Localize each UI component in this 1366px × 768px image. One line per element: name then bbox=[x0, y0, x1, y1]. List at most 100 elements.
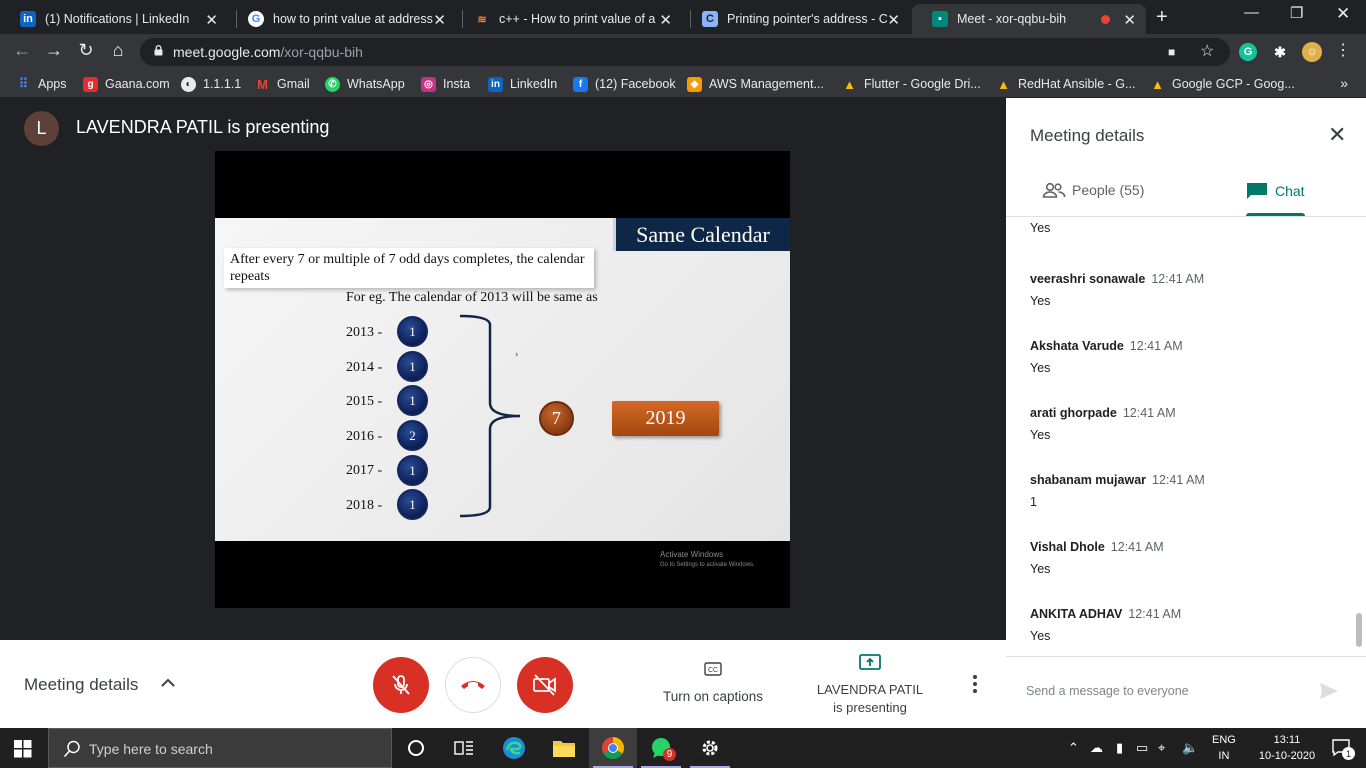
edge-app[interactable] bbox=[490, 728, 538, 768]
bookmark-1111[interactable]: ◐ 1.1.1.1 bbox=[181, 75, 241, 93]
windows-taskbar: Type here to search 9 ⌃ ☁ ▮ ▭ ⌖ 🔈 ENG IN… bbox=[0, 728, 1366, 768]
onedrive-icon[interactable]: ☁ bbox=[1090, 740, 1103, 756]
camera-toggle-button[interactable] bbox=[517, 657, 573, 713]
tab-stackoverflow[interactable]: ≋ c++ - How to print value of a V ✕ bbox=[454, 4, 682, 34]
year-label: 2017 - bbox=[346, 463, 383, 478]
profile-avatar[interactable]: ☺ bbox=[1302, 42, 1322, 62]
reload-icon[interactable]: ↻ bbox=[74, 40, 98, 61]
gaana-icon: g bbox=[83, 76, 98, 92]
cortana-button[interactable] bbox=[392, 728, 440, 768]
chevron-up-icon[interactable]: ⌃ bbox=[1068, 740, 1079, 756]
volume-icon[interactable]: 🔈 bbox=[1182, 740, 1198, 756]
odd-day-circle: 1 bbox=[397, 385, 428, 416]
network-icon[interactable]: ⌖ bbox=[1158, 740, 1165, 756]
bookmark-apps[interactable]: ⠿ Apps bbox=[16, 75, 67, 93]
bookmark-label: Apps bbox=[38, 77, 67, 91]
message-author: shabanam mujawar bbox=[1030, 473, 1147, 487]
mic-off-icon bbox=[392, 675, 410, 695]
extensions-icon[interactable]: ✱ bbox=[1271, 43, 1289, 61]
slide-note: After every 7 or multiple of 7 odd days … bbox=[224, 248, 594, 288]
tab-google-search[interactable]: G how to print value at address i ✕ bbox=[228, 4, 456, 34]
bookmark-label: 1.1.1.1 bbox=[203, 77, 242, 91]
bookmark-instagram[interactable]: ◎ Insta bbox=[421, 75, 470, 93]
send-icon[interactable] bbox=[1319, 682, 1339, 700]
bookmark-ansible-drive[interactable]: ▲ RedHat Ansible - G... bbox=[996, 75, 1135, 93]
whatsapp-app[interactable]: 9 bbox=[637, 728, 685, 768]
task-view-button[interactable] bbox=[440, 728, 488, 768]
captions-button[interactable]: CC Turn on captions bbox=[650, 662, 776, 704]
tab-title: how to print value at address i bbox=[273, 12, 433, 26]
tab-chat-label: Chat bbox=[1275, 183, 1305, 199]
restore-icon[interactable]: ❐ bbox=[1290, 4, 1303, 22]
bookmark-gcp-drive[interactable]: ▲ Google GCP - Goog... bbox=[1150, 75, 1295, 93]
taskbar-search-box[interactable]: Type here to search bbox=[48, 728, 392, 768]
bookmark-flutter-drive[interactable]: ▲ Flutter - Google Dri... bbox=[842, 75, 981, 93]
settings-app[interactable] bbox=[686, 728, 734, 768]
bookmark-gmail[interactable]: M Gmail bbox=[255, 75, 310, 93]
gmail-icon: M bbox=[257, 76, 268, 92]
home-icon[interactable]: ⌂ bbox=[106, 40, 130, 61]
tab-chat[interactable]: Chat bbox=[1246, 182, 1305, 200]
bookmark-gaana[interactable]: g Gaana.com bbox=[83, 75, 170, 93]
address-bar[interactable]: meet.google.com/xor-qqbu-bih ■ ☆ bbox=[140, 38, 1230, 66]
close-icon[interactable]: ✕ bbox=[659, 11, 672, 29]
battery-icon[interactable]: ▭ bbox=[1136, 740, 1148, 756]
close-icon[interactable]: ✕ bbox=[1328, 122, 1346, 148]
notification-count-badge: 1 bbox=[1342, 747, 1355, 760]
language-indicator[interactable]: ENG IN bbox=[1212, 732, 1236, 764]
windows-start-icon[interactable] bbox=[14, 740, 32, 758]
chat-scrollbar[interactable] bbox=[1356, 613, 1362, 647]
bookmarks-bar: ⠿ Apps g Gaana.com ◐ 1.1.1.1 M Gmail ✆ W… bbox=[0, 70, 1366, 98]
bookmark-star-icon[interactable]: ☆ bbox=[1200, 41, 1214, 61]
message-author: veerashri sonawale bbox=[1030, 272, 1146, 286]
microphone-toggle-button[interactable] bbox=[373, 657, 429, 713]
message-text: Yes bbox=[1030, 629, 1051, 643]
bookmark-aws[interactable]: ◆ AWS Management... bbox=[687, 75, 824, 93]
notification-center-button[interactable]: 1 bbox=[1332, 739, 1355, 762]
chat-message: veerashri sonawale 12:41 AM Yes bbox=[1030, 270, 1340, 308]
chrome-app[interactable] bbox=[589, 728, 637, 768]
presenting-status-button[interactable]: LAVENDRA PATIL is presenting bbox=[805, 654, 935, 717]
bookmark-label: WhatsApp bbox=[347, 77, 405, 91]
minimize-icon[interactable]: — bbox=[1244, 4, 1259, 21]
forward-icon[interactable]: → bbox=[42, 40, 66, 61]
meeting-details-button[interactable]: Meeting details bbox=[24, 675, 138, 695]
browser-toolbar: ← → ↻ ⌂ meet.google.com/xor-qqbu-bih ■ ☆… bbox=[0, 34, 1366, 70]
bookmarks-overflow-icon[interactable]: » bbox=[1340, 75, 1348, 91]
message-text: 1 bbox=[1030, 495, 1037, 509]
meeting-stage: L LAVENDRA PATIL is presenting Same Cale… bbox=[0, 98, 1006, 640]
grammarly-icon[interactable]: G bbox=[1239, 43, 1257, 61]
close-icon[interactable]: ✕ bbox=[433, 11, 446, 29]
camera-blocked-icon[interactable]: ■ bbox=[1168, 45, 1175, 59]
close-icon[interactable]: ✕ bbox=[1123, 11, 1136, 29]
tab-cplusplus[interactable]: C Printing pointer's address - C+ ✕ bbox=[682, 4, 910, 34]
bookmark-linkedin[interactable]: in LinkedIn bbox=[488, 75, 557, 93]
microphone-icon[interactable]: ▮ bbox=[1116, 740, 1123, 756]
meeting-control-bar: Meeting details CC Turn on captions LAVE… bbox=[0, 640, 1006, 728]
close-icon[interactable]: ✕ bbox=[205, 11, 218, 29]
new-tab-button[interactable]: + bbox=[1156, 6, 1168, 29]
chat-message-list[interactable]: Yes veerashri sonawale 12:41 AM Yes Aksha… bbox=[1006, 217, 1358, 655]
file-explorer-app[interactable] bbox=[540, 728, 588, 768]
clock[interactable]: 13:11 10-10-2020 bbox=[1252, 732, 1322, 764]
tab-linkedin[interactable]: in (1) Notifications | LinkedIn ✕ bbox=[0, 4, 228, 34]
chat-message-input[interactable] bbox=[1026, 684, 1296, 698]
more-options-icon[interactable] bbox=[968, 674, 982, 694]
panel-title: Meeting details bbox=[1030, 126, 1145, 145]
back-icon[interactable]: ← bbox=[10, 40, 34, 61]
window-close-icon[interactable]: ✕ bbox=[1336, 4, 1350, 24]
linkedin-icon: in bbox=[488, 76, 503, 92]
menu-kebab-icon[interactable]: ⋮ bbox=[1331, 40, 1355, 60]
close-icon[interactable]: ✕ bbox=[887, 11, 900, 29]
bookmark-whatsapp[interactable]: ✆ WhatsApp bbox=[325, 75, 405, 93]
message-text: Yes bbox=[1030, 221, 1051, 235]
bookmark-facebook[interactable]: f (12) Facebook bbox=[573, 75, 676, 93]
chevron-up-icon[interactable] bbox=[160, 675, 176, 691]
present-screen-icon bbox=[859, 654, 881, 670]
leave-call-button[interactable] bbox=[445, 657, 501, 713]
mouse-cursor-icon: › bbox=[515, 349, 519, 360]
clock-date: 10-10-2020 bbox=[1258, 750, 1316, 762]
tab-meet[interactable]: ▪ Meet - xor-qqbu-bih ✕ bbox=[912, 4, 1146, 34]
presenting-status: is presenting bbox=[833, 700, 907, 715]
tab-people[interactable]: People (55) bbox=[1042, 182, 1144, 198]
